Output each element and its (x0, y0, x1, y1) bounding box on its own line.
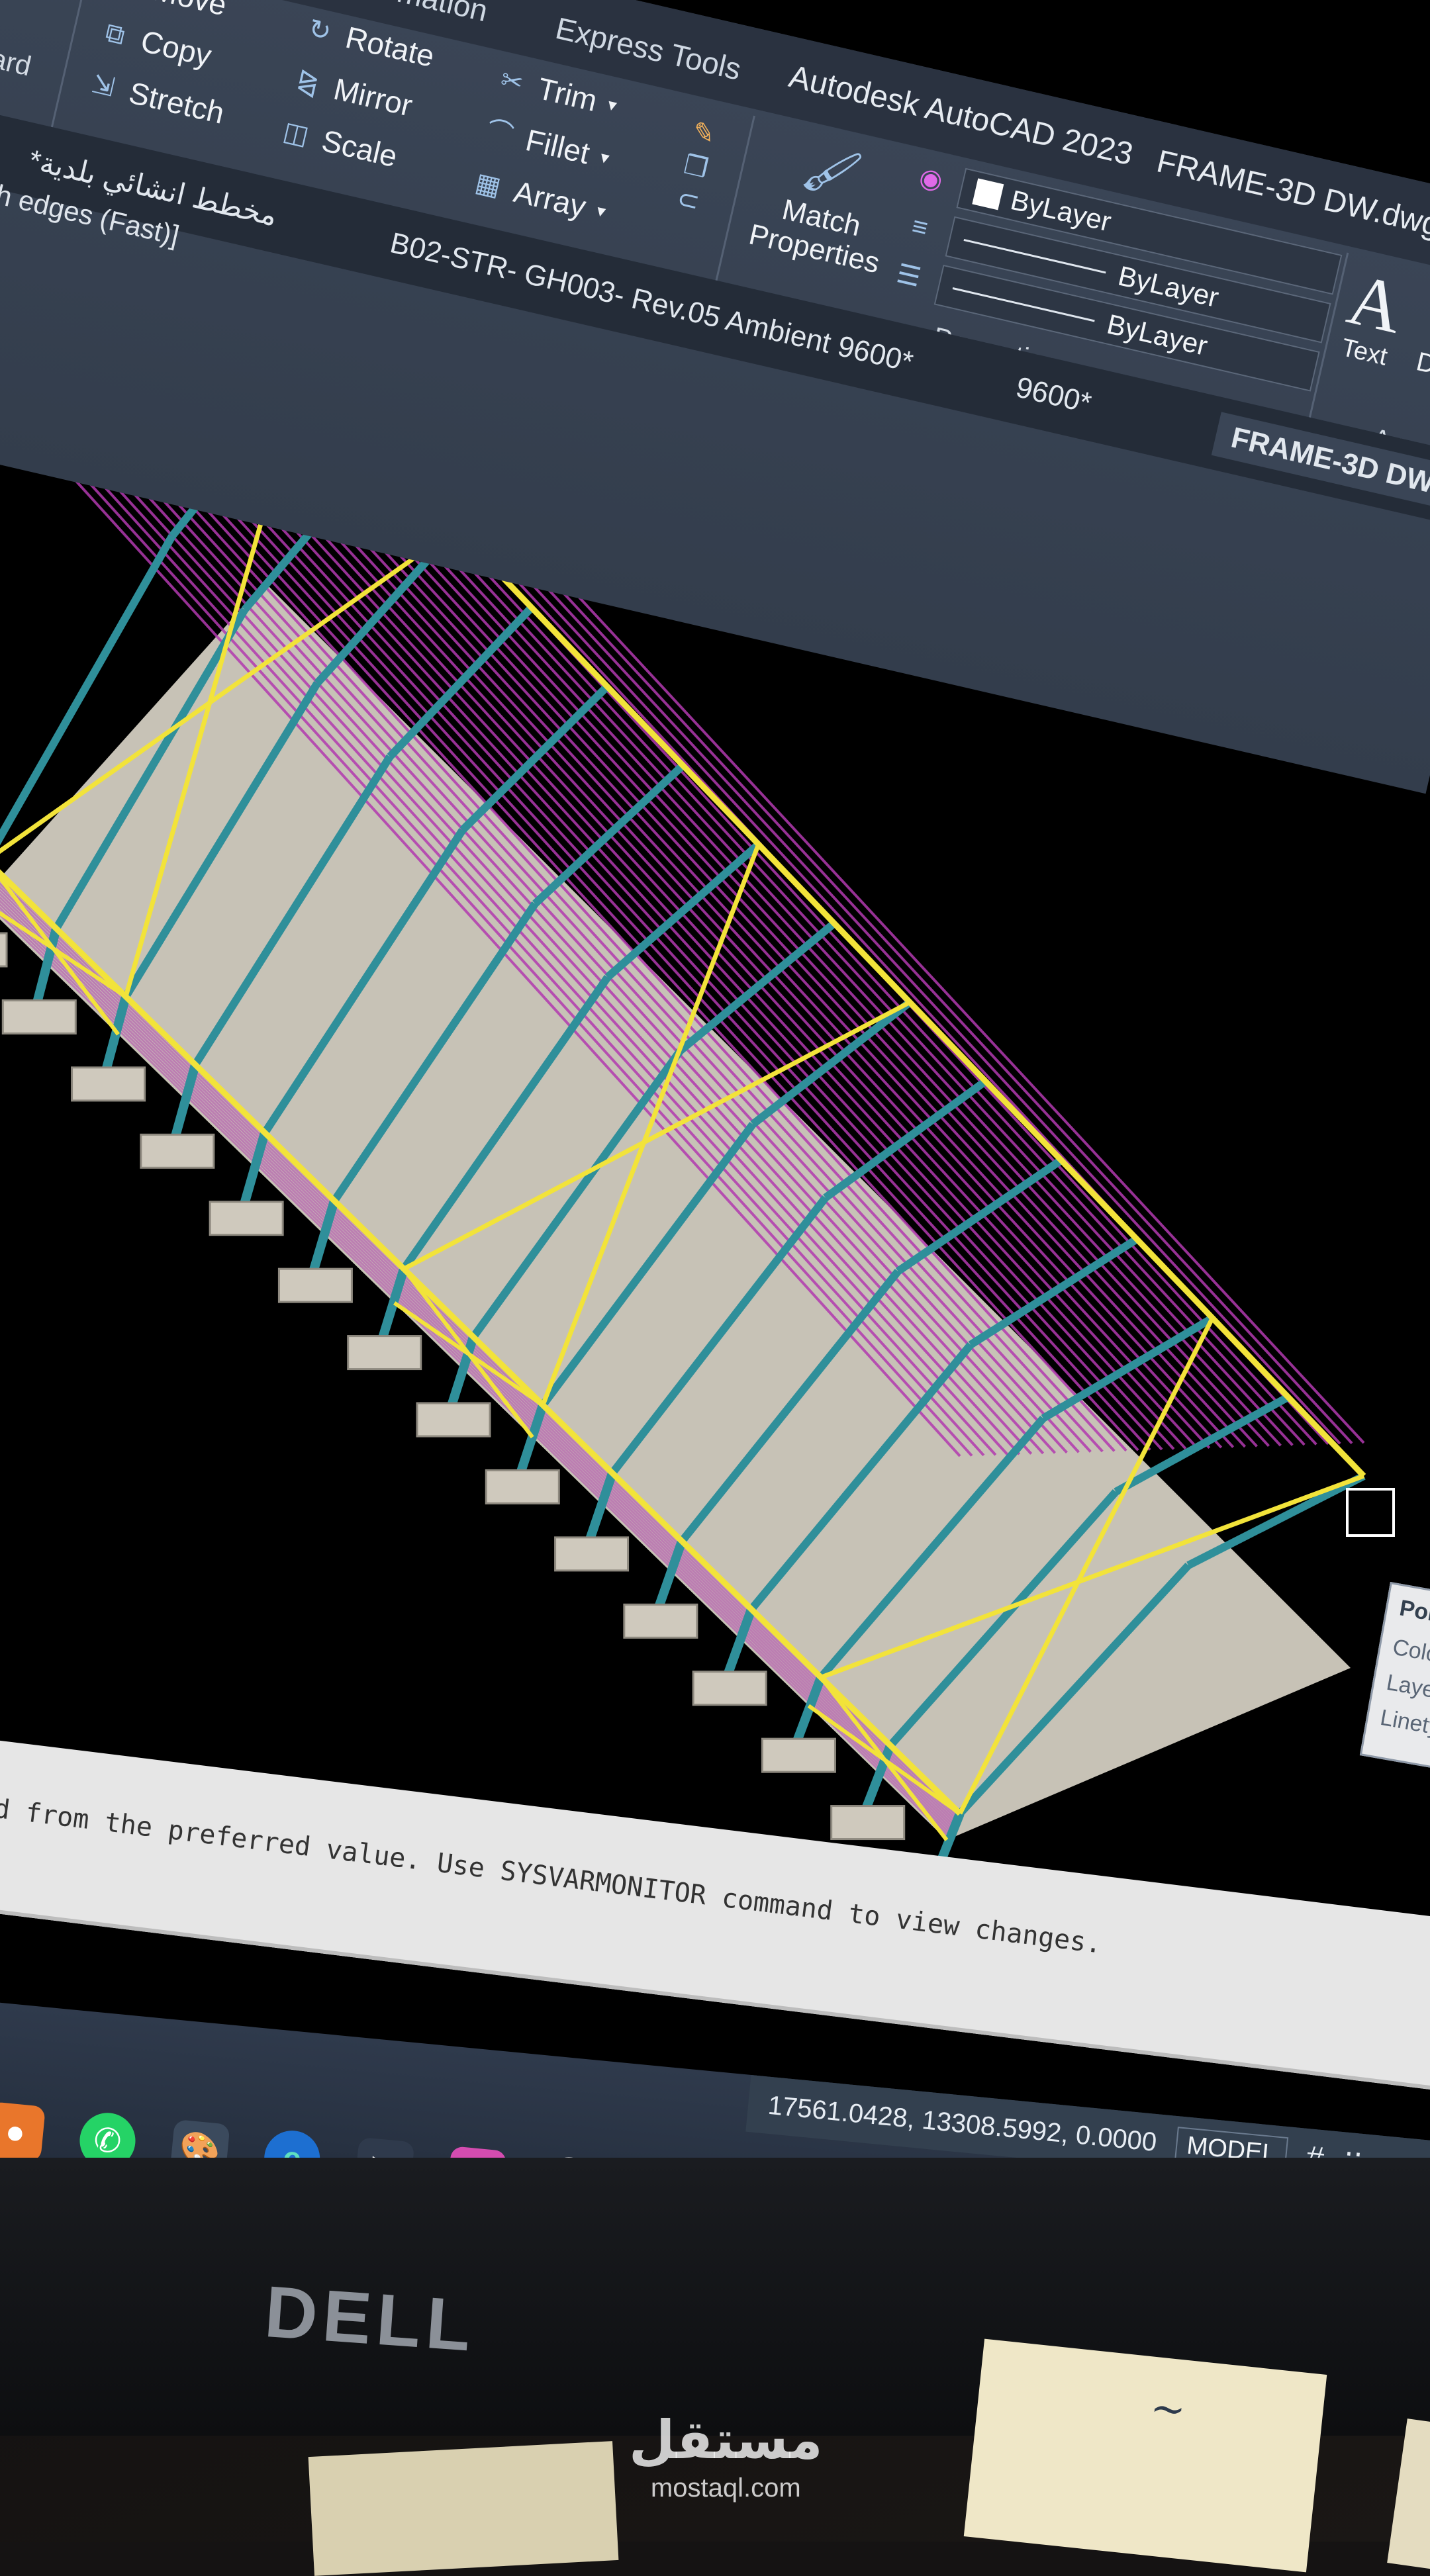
copy-icon: ⧉ (103, 17, 128, 51)
stretch-button[interactable]: ⇲ Stretch (84, 65, 228, 131)
handwriting-mark: ~ (1147, 2383, 1188, 2436)
copy-button[interactable]: ⧉ Copy (96, 13, 215, 73)
chevron-down-icon: ▾ (595, 200, 608, 222)
file-tab-9600[interactable]: 9600* (1013, 371, 1094, 420)
footing (554, 1536, 630, 1572)
rafter (1186, 1472, 1366, 1569)
text-button[interactable]: A Text (1335, 257, 1411, 373)
footing (1, 999, 77, 1035)
footing (830, 1805, 906, 1841)
footing (347, 1335, 422, 1371)
linetype-value: ByLayer (1104, 308, 1211, 362)
chevron-down-icon: ▾ (598, 146, 612, 168)
stretch-icon: ⇲ (89, 69, 118, 103)
sticky-note: ~ (963, 2338, 1327, 2573)
scale-label: Scale (318, 122, 401, 174)
fillet-icon: ⌒ (483, 116, 516, 151)
watermark-latin: mostaql.com (650, 2473, 801, 2503)
footing (761, 1737, 836, 1773)
mirror-label: Mirror (330, 71, 416, 123)
color-value: ByLayer (1008, 184, 1114, 238)
match-properties-label: Match Properties (745, 193, 883, 280)
match-properties-button[interactable]: 🖌 Match Properties (743, 126, 906, 280)
footing (140, 1133, 215, 1169)
text-tool-icon: A (1341, 257, 1411, 349)
tooltip-row: Layer (1384, 1669, 1430, 1704)
firefox-icon[interactable]: ● (0, 2101, 46, 2162)
footing (71, 1066, 146, 1102)
rafter (750, 999, 912, 1128)
footing (623, 1603, 698, 1639)
tab-express-tools[interactable]: Express Tools (552, 10, 744, 87)
footing (209, 1201, 284, 1236)
screen: Automation Express Tools Autodesk AutoCA… (0, 0, 1430, 2184)
paper-note (308, 2441, 619, 2576)
scale-icon: ◫ (280, 116, 312, 151)
fillet-label: Fillet (522, 122, 593, 171)
footing (692, 1671, 767, 1706)
color-swatch-icon (972, 178, 1004, 210)
lineweight-icon: ≡ (909, 211, 931, 244)
clipboard-panel-title: Clipboard (0, 24, 34, 82)
dell-logo: DELL (262, 2271, 479, 2367)
array-button[interactable]: ▦ Array ▾ (469, 164, 610, 230)
lineweight-preview (963, 238, 1106, 273)
array-icon: ▦ (472, 167, 504, 202)
fillet-button[interactable]: ⌒ Fillet ▾ (481, 113, 613, 176)
match-properties-icon: 🖌 (798, 139, 867, 203)
stretch-label: Stretch (126, 75, 228, 130)
array-label: Array (510, 174, 590, 224)
dimension-label: Dimension (1413, 347, 1430, 404)
rotate-icon: ↻ (305, 13, 334, 48)
linetype-icon: ☰ (894, 259, 924, 293)
modify-tool-stack: ✎ ❒ ⊂ (670, 115, 722, 219)
footing (277, 1267, 353, 1303)
copy-label: Copy (138, 23, 215, 73)
footing (485, 1469, 560, 1504)
tooltip-row: Linety (1378, 1704, 1430, 1741)
chevron-down-icon: ▾ (606, 93, 619, 115)
selection-grip (1346, 1488, 1395, 1537)
monitor: Automation Express Tools Autodesk AutoCA… (0, 0, 1430, 2436)
rafter (532, 762, 686, 907)
trim-label: Trim (534, 71, 600, 118)
watermark-arabic: مستقل (629, 2411, 823, 2469)
linetype-preview (952, 287, 1095, 322)
watermark: مستقل mostaql.com (629, 2409, 823, 2503)
trim-icon: ✂ (497, 65, 526, 99)
pencil-icon[interactable]: ✎ (685, 115, 722, 152)
tooltip-title: Pol (1398, 1595, 1430, 1626)
move-icon: ✥ (109, 0, 145, 1)
scale-button[interactable]: ◫ Scale (277, 113, 401, 174)
offset-icon[interactable]: ⊂ (670, 182, 706, 218)
rafter (1114, 1393, 1290, 1496)
dimension-button[interactable]: ⟷ Dimension (1413, 287, 1430, 404)
cube-icon[interactable]: ❒ (678, 149, 714, 185)
footing (416, 1402, 491, 1438)
footing (0, 932, 8, 968)
lineweight-value: ByLayer (1115, 259, 1222, 314)
tooltip-row: Colo (1390, 1634, 1430, 1668)
mirror-button[interactable]: ⧎ Mirror (289, 61, 416, 123)
move-label: Move (150, 0, 230, 23)
mirror-icon: ⧎ (293, 65, 322, 99)
color-wheel-icon: ◉ (916, 162, 946, 196)
